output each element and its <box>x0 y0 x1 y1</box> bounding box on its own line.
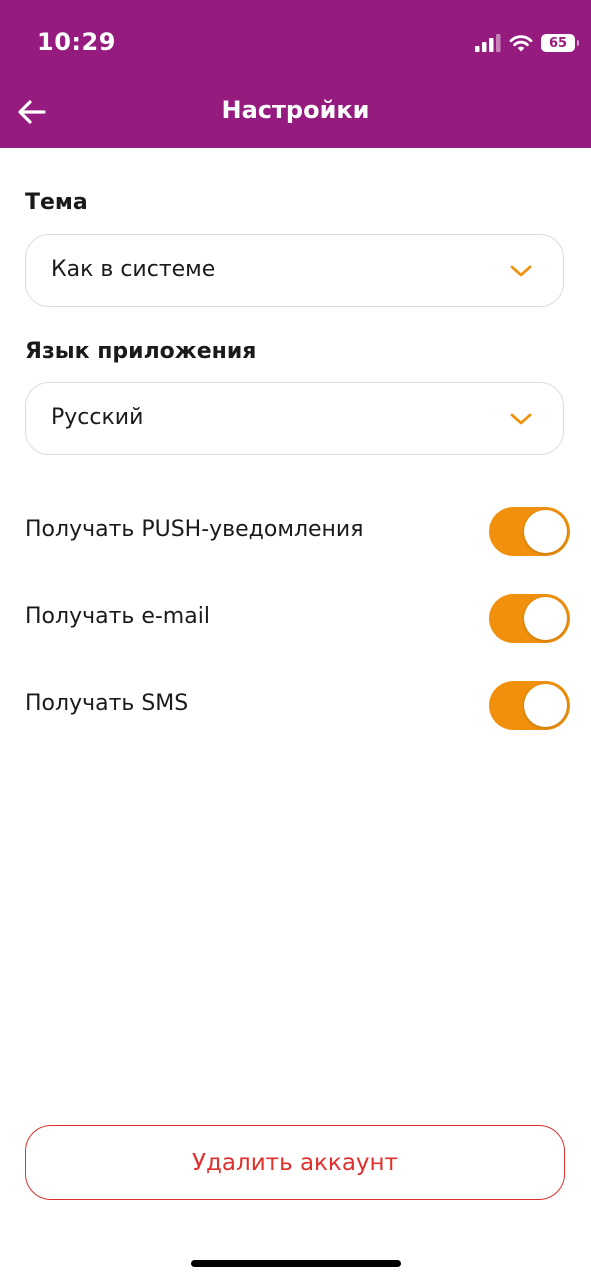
wifi-icon <box>509 35 533 52</box>
battery-cap <box>577 40 579 46</box>
delete-account-label: Удалить аккаунт <box>192 1149 398 1176</box>
sms-toggle[interactable] <box>489 681 570 730</box>
cellular-signal-icon <box>475 34 501 52</box>
push-notifications-label: Получать PUSH-уведомления <box>25 517 364 542</box>
toggle-knob <box>524 597 567 640</box>
language-label: Язык приложения <box>25 339 257 364</box>
language-select[interactable]: Русский <box>25 382 564 455</box>
email-toggle[interactable] <box>489 594 570 643</box>
page-title: Настройки <box>221 96 370 124</box>
chevron-down-icon <box>510 413 532 425</box>
home-indicator <box>191 1260 401 1267</box>
status-time: 10:29 <box>37 28 116 56</box>
battery-icon: 65 <box>541 34 579 52</box>
theme-select[interactable]: Как в системе <box>25 234 564 307</box>
sms-label: Получать SMS <box>25 691 189 716</box>
app-header: 10:29 65 Настройки <box>0 0 591 148</box>
theme-label: Тема <box>25 190 88 215</box>
battery-level: 65 <box>548 35 568 51</box>
status-icons: 65 <box>475 32 579 54</box>
chevron-down-icon <box>510 265 532 277</box>
push-notifications-row: Получать PUSH-уведомления <box>25 507 570 557</box>
language-value: Русский <box>51 405 144 430</box>
email-row: Получать e-mail <box>25 594 570 644</box>
toggle-knob <box>524 684 567 727</box>
email-label: Получать e-mail <box>25 604 210 629</box>
delete-account-button[interactable]: Удалить аккаунт <box>25 1125 565 1200</box>
toggle-knob <box>524 510 567 553</box>
theme-value: Как в системе <box>51 257 216 282</box>
sms-row: Получать SMS <box>25 681 570 731</box>
push-notifications-toggle[interactable] <box>489 507 570 556</box>
